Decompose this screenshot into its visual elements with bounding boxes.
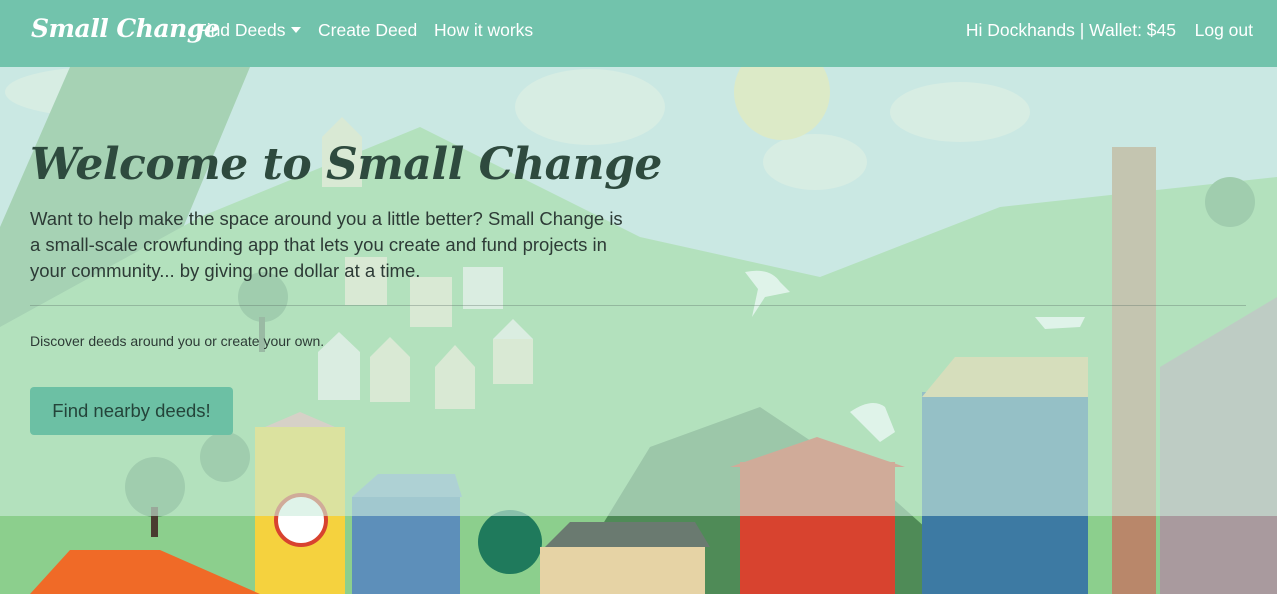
user-wallet-info: Hi Dockhands | Wallet: $45 (965, 20, 1176, 40)
how-it-works-link[interactable]: How it works (434, 20, 533, 41)
hero-section: Welcome to Small Change Want to help mak… (30, 67, 1246, 516)
hero-divider (30, 305, 1246, 306)
brand-logo[interactable]: Small Change (31, 14, 220, 43)
create-deed-link[interactable]: Create Deed (318, 20, 417, 41)
hero-lead-text: Want to help make the space around you a… (30, 208, 623, 281)
page: Small Change Find Deeds Create Deed How … (0, 0, 1277, 594)
hero-title: Welcome to Small Change (30, 139, 662, 190)
hero-subtext: Discover deeds around you or create your… (30, 333, 325, 349)
logout-link[interactable]: Log out (1195, 20, 1253, 41)
find-deeds-dropdown[interactable]: Find Deeds (196, 20, 301, 41)
navbar: Small Change Find Deeds Create Deed How … (0, 0, 1277, 67)
caret-down-icon (290, 27, 301, 33)
find-nearby-deeds-button[interactable]: Find nearby deeds! (30, 387, 233, 435)
find-deeds-label: Find Deeds (196, 20, 286, 40)
